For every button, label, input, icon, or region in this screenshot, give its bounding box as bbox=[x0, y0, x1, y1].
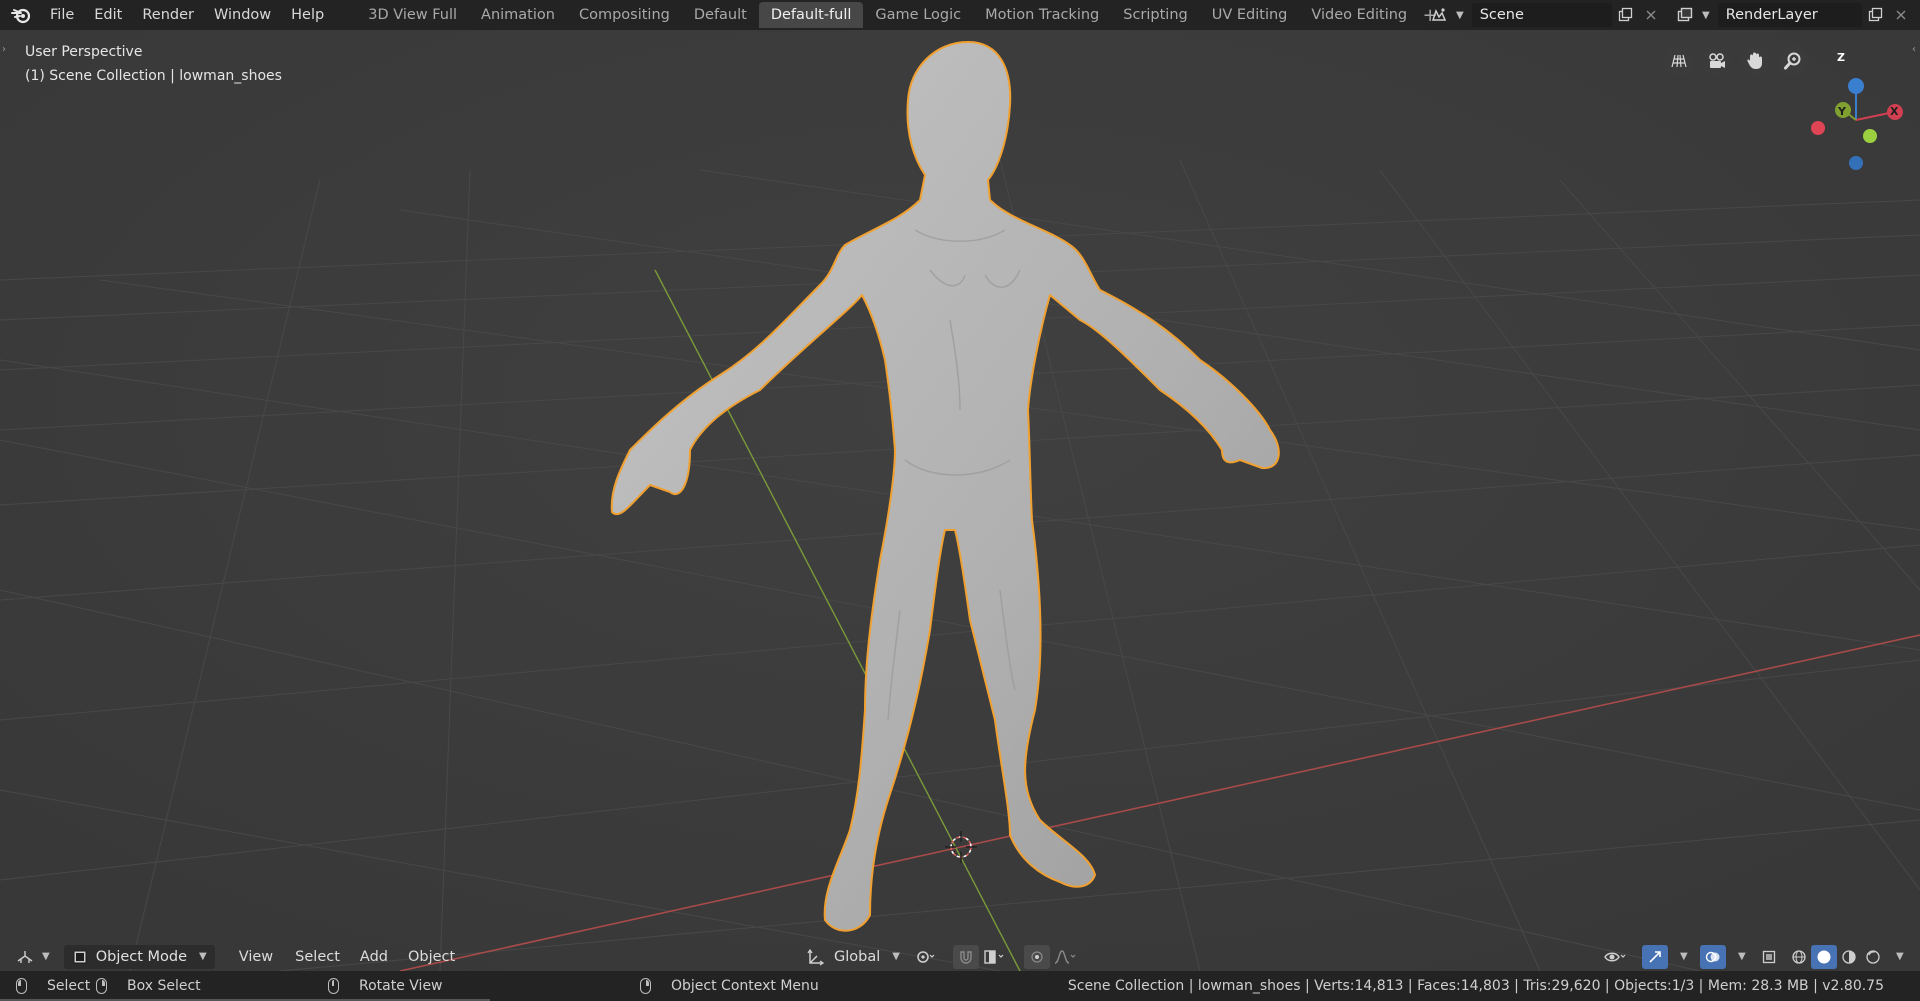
scene-type-icon[interactable] bbox=[1426, 3, 1452, 27]
select-menu[interactable]: Select bbox=[287, 949, 348, 965]
workspace-tabs: 3D View Full Animation Compositing Defau… bbox=[356, 0, 1441, 30]
main-menu: File Edit Render Window Help bbox=[40, 0, 334, 30]
new-scene-icon[interactable] bbox=[1612, 3, 1638, 27]
orientation-axes-icon bbox=[807, 948, 825, 966]
menu-help[interactable]: Help bbox=[281, 0, 334, 30]
shading-rendered-icon[interactable] bbox=[1860, 945, 1886, 969]
add-menu[interactable]: Add bbox=[352, 949, 396, 965]
tab-compositing[interactable]: Compositing bbox=[567, 2, 682, 28]
view-menu[interactable]: View bbox=[231, 949, 281, 965]
tab-animation[interactable]: Animation bbox=[469, 2, 567, 28]
sidebar-expand-arrow-icon[interactable]: ‹ bbox=[1912, 44, 1916, 55]
orientation-label: Global bbox=[834, 948, 881, 965]
tab-motion-tracking[interactable]: Motion Tracking bbox=[973, 2, 1111, 28]
transform-orientation-dropdown[interactable]: Global ▼ bbox=[806, 948, 900, 966]
pivot-point-icon[interactable] bbox=[912, 945, 938, 969]
editor-type-icon[interactable] bbox=[12, 945, 38, 969]
viewport-header: ▼ Object Mode ▼ View Select Add Object G… bbox=[0, 942, 1920, 971]
scene-statistics: Scene Collection | lowman_shoes | Verts:… bbox=[1067, 978, 1884, 994]
tab-3d-view-full[interactable]: 3D View Full bbox=[356, 2, 469, 28]
chevron-down-icon[interactable]: ▼ bbox=[1702, 10, 1710, 21]
status-context-label: Object Context Menu bbox=[671, 978, 819, 994]
mouse-left-icon bbox=[16, 978, 27, 994]
tab-scripting[interactable]: Scripting bbox=[1111, 2, 1199, 28]
camera-view-icon[interactable] bbox=[1702, 46, 1732, 76]
visibility-eye-icon[interactable] bbox=[1602, 945, 1628, 969]
view-layer-field[interactable]: RenderLayer bbox=[1717, 3, 1862, 27]
viewport-canvas[interactable] bbox=[0, 30, 1920, 971]
proportional-editing-icon[interactable] bbox=[1024, 944, 1050, 969]
tab-video-editing[interactable]: Video Editing bbox=[1299, 2, 1419, 28]
status-select-label: Select bbox=[47, 978, 91, 994]
menu-edit[interactable]: Edit bbox=[84, 0, 132, 30]
close-icon[interactable] bbox=[1888, 3, 1914, 27]
object-mode-icon bbox=[73, 950, 87, 963]
toolbar-expand-arrow-icon[interactable]: › bbox=[2, 44, 6, 55]
viewport-collection-label: (1) Scene Collection | lowman_shoes bbox=[25, 68, 282, 84]
snap-target-icon[interactable] bbox=[981, 945, 1007, 969]
xray-toggle-icon[interactable] bbox=[1756, 945, 1782, 969]
chevron-down-icon[interactable]: ▼ bbox=[42, 951, 50, 962]
gizmo-y-label[interactable]: Y bbox=[1838, 105, 1846, 118]
3d-viewport[interactable]: User Perspective (1) Scene Collection | … bbox=[0, 30, 1920, 971]
new-view-layer-icon[interactable] bbox=[1862, 3, 1888, 27]
mouse-middle-icon bbox=[328, 978, 339, 994]
mode-dropdown[interactable]: Object Mode ▼ bbox=[63, 944, 215, 969]
view-layer-selector: ▼ RenderLayer bbox=[1672, 2, 1914, 28]
top-bar: File Edit Render Window Help 3D View Ful… bbox=[0, 0, 1920, 30]
status-rotate-hint: Rotate View bbox=[328, 978, 443, 994]
status-select-hint: Select bbox=[16, 978, 90, 994]
menu-render[interactable]: Render bbox=[132, 0, 204, 30]
scene-name-field[interactable]: Scene bbox=[1471, 3, 1612, 27]
falloff-curve-icon[interactable] bbox=[1052, 945, 1078, 969]
mode-label: Object Mode bbox=[95, 948, 188, 965]
gizmo-x-label[interactable]: X bbox=[1890, 105, 1898, 118]
close-icon[interactable] bbox=[1638, 3, 1664, 27]
viewport-perspective-label: User Perspective bbox=[25, 44, 143, 60]
scene-selector: ▼ Scene bbox=[1426, 2, 1664, 28]
tab-uv-editing[interactable]: UV Editing bbox=[1200, 2, 1300, 28]
tab-default[interactable]: Default bbox=[682, 2, 759, 28]
status-bar: Select Box Select Rotate View Object Con… bbox=[0, 971, 1920, 1001]
menu-window[interactable]: Window bbox=[204, 0, 281, 30]
shading-solid-icon[interactable] bbox=[1811, 944, 1837, 969]
tab-default-full[interactable]: Default-full bbox=[758, 2, 864, 28]
chevron-down-icon[interactable]: ▼ bbox=[1896, 951, 1904, 962]
snap-magnet-icon[interactable] bbox=[953, 944, 979, 969]
pan-hand-icon[interactable] bbox=[1740, 46, 1770, 76]
view-layer-icon[interactable] bbox=[1672, 3, 1698, 27]
blender-logo-icon[interactable] bbox=[10, 4, 32, 26]
menu-file[interactable]: File bbox=[40, 0, 84, 30]
status-box-select-label: Box Select bbox=[127, 978, 201, 994]
show-overlays-icon[interactable] bbox=[1700, 944, 1726, 969]
chevron-down-icon: ▼ bbox=[199, 951, 207, 962]
status-context-hint: Object Context Menu bbox=[640, 978, 819, 994]
zoom-magnifier-icon[interactable] bbox=[1778, 46, 1808, 76]
toggle-camera-grid-icon[interactable] bbox=[1664, 46, 1694, 76]
gizmo-z-label[interactable]: Z bbox=[1837, 51, 1845, 64]
shading-wireframe-icon[interactable] bbox=[1786, 945, 1812, 969]
show-gizmo-icon[interactable] bbox=[1642, 944, 1668, 969]
mouse-right-icon bbox=[640, 978, 651, 994]
tab-game-logic[interactable]: Game Logic bbox=[863, 2, 973, 28]
chevron-down-icon[interactable]: ▼ bbox=[1738, 951, 1746, 962]
chevron-down-icon[interactable]: ▼ bbox=[1456, 10, 1464, 21]
shading-material-icon[interactable] bbox=[1836, 945, 1862, 969]
mouse-drag-icon bbox=[96, 978, 107, 994]
chevron-down-icon: ▼ bbox=[892, 951, 900, 962]
status-rotate-label: Rotate View bbox=[359, 978, 443, 994]
chevron-down-icon[interactable]: ▼ bbox=[1680, 951, 1688, 962]
status-box-select-hint: Box Select bbox=[96, 978, 201, 994]
object-menu[interactable]: Object bbox=[400, 949, 463, 965]
